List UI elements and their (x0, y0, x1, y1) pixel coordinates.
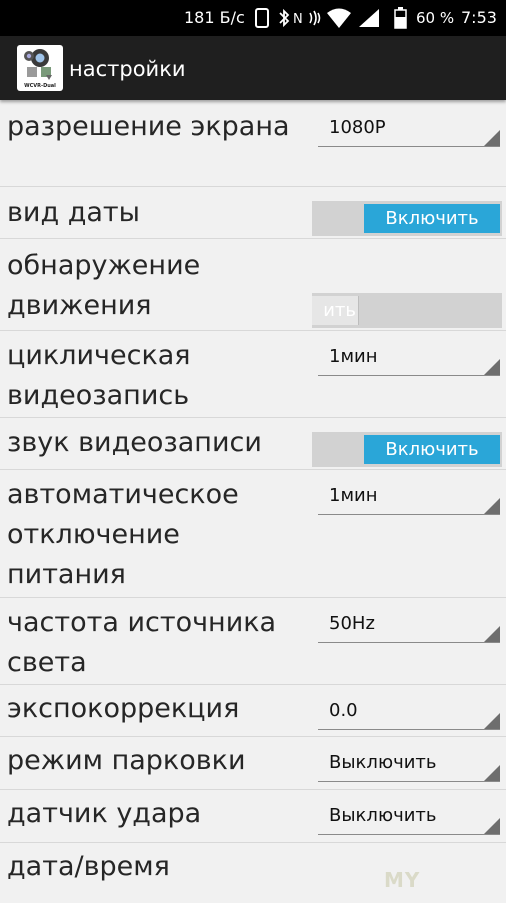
gsensor-spinner[interactable]: Выключить (318, 798, 500, 835)
setting-label: частота источника света (7, 607, 277, 678)
settings-list: разрешение экрана 1080P вид даты Включит… (0, 100, 506, 903)
svg-text:N: N (293, 12, 303, 27)
dropdown-arrow-icon (484, 498, 500, 514)
setting-label: дата/время (7, 851, 170, 882)
exposure-spinner[interactable]: 0.0 (318, 693, 500, 730)
network-speed: 181 Б/с (184, 8, 245, 27)
settings-row-exposure: экспокоррекция 0.0 (0, 685, 506, 737)
settings-row-recording-sound: звук видеозаписи Включить (0, 418, 506, 470)
spinner-value: Выключить (329, 805, 437, 826)
wifi-icon (327, 8, 351, 28)
dropdown-arrow-icon (484, 626, 500, 642)
vibrate-icon (309, 10, 321, 26)
settings-row-date-time[interactable]: дата/время (0, 843, 506, 903)
toggle-knob: Включить (364, 204, 500, 233)
setting-label: обнаружение движения (7, 250, 201, 321)
app-icon-label: WCVR-Dual (24, 83, 56, 89)
settings-row-date-display: вид даты Включить (0, 187, 506, 239)
parking-mode-spinner[interactable]: Выключить (318, 745, 500, 782)
status-bar: 181 Б/с N 60 % 7:53 (0, 0, 506, 36)
setting-label: звук видеозаписи (7, 427, 262, 458)
setting-label: вид даты (7, 197, 140, 228)
recording-sound-toggle[interactable]: Включить (312, 432, 502, 467)
toggle-knob: ить (312, 296, 358, 325)
dropdown-arrow-icon (484, 765, 500, 781)
light-frequency-spinner[interactable]: 50Hz (318, 606, 500, 643)
settings-row-resolution: разрешение экрана 1080P (0, 100, 506, 187)
date-display-toggle[interactable]: Включить (312, 201, 502, 236)
camera-icon (24, 49, 52, 80)
dropdown-arrow-icon (484, 359, 500, 375)
clock: 7:53 (461, 8, 497, 27)
settings-row-parking-mode: режим парковки Выключить (0, 737, 506, 790)
app-logo[interactable]: WCVR-Dual (17, 45, 63, 91)
spinner-value: 1мин (329, 346, 378, 367)
dropdown-arrow-icon (484, 818, 500, 834)
settings-row-light-frequency: частота источника света 50Hz (0, 598, 506, 685)
battery-percent: 60 % (416, 9, 455, 27)
setting-label: циклическая видеозапись (7, 340, 191, 411)
spinner-value: 1мин (329, 485, 378, 506)
resolution-spinner[interactable]: 1080P (318, 110, 500, 147)
auto-power-off-spinner[interactable]: 1мин (318, 478, 500, 515)
spinner-value: 50Hz (329, 613, 375, 634)
toggle-knob: Включить (364, 435, 500, 464)
spinner-value: 0.0 (329, 700, 358, 721)
dropdown-arrow-icon (484, 130, 500, 146)
watermark: MY (384, 868, 421, 892)
bluetooth-icon (279, 8, 290, 28)
setting-label: автоматическое отключение питания (7, 479, 239, 590)
page-title: настройки (69, 57, 186, 81)
setting-label: датчик удара (7, 798, 202, 829)
settings-row-gsensor: датчик удара Выключить (0, 790, 506, 843)
setting-label: разрешение экрана (7, 111, 290, 142)
spinner-value: Выключить (329, 752, 437, 773)
loop-recording-spinner[interactable]: 1мин (318, 339, 500, 376)
settings-row-motion-detection: обнаружение движения ить (0, 239, 506, 331)
battery-icon (394, 7, 407, 29)
phone-icon (255, 8, 269, 28)
app-bar: WCVR-Dual настройки (0, 36, 506, 100)
signal-icon (359, 9, 379, 27)
setting-label: экспокоррекция (7, 693, 240, 724)
setting-label: режим парковки (7, 745, 246, 776)
dropdown-arrow-icon (484, 713, 500, 729)
settings-row-loop-recording: циклическая видеозапись 1мин (0, 331, 506, 418)
settings-row-auto-power-off: автоматическое отключение питания 1мин (0, 470, 506, 598)
motion-detection-toggle[interactable]: ить (312, 293, 502, 328)
spinner-value: 1080P (329, 117, 386, 138)
